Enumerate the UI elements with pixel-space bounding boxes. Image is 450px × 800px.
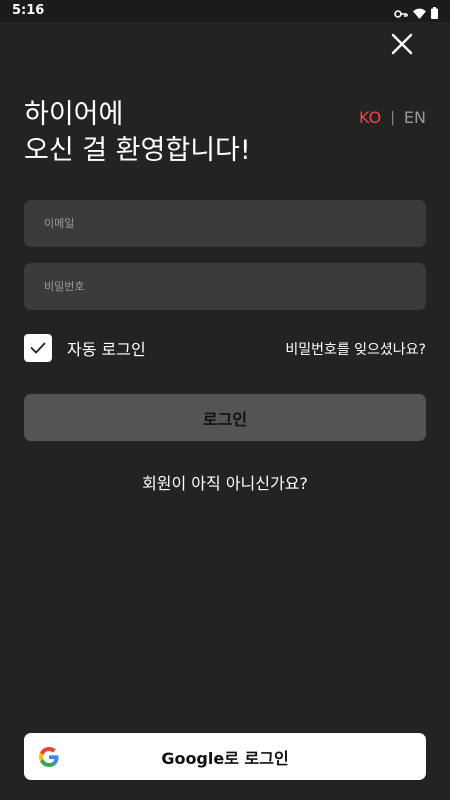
password-field[interactable] xyxy=(24,263,426,310)
email-field[interactable] xyxy=(24,200,426,247)
auto-login-label: 자동 로그인 xyxy=(67,340,146,359)
status-time: 5:16 xyxy=(12,3,45,18)
signup-link[interactable]: 회원이 아직 아니신가요? xyxy=(0,470,450,494)
welcome-title: 하이어에 오신 걸 환영합니다! xyxy=(24,97,344,169)
checkmark-icon xyxy=(30,342,46,354)
close-icon xyxy=(391,33,413,55)
login-button[interactable]: 로그인 xyxy=(24,394,426,441)
status-icons xyxy=(394,4,438,23)
language-separator: | xyxy=(390,109,395,126)
key-icon xyxy=(394,4,408,23)
auto-login-toggle[interactable]: 자동 로그인 xyxy=(24,334,146,362)
language-en[interactable]: EN xyxy=(404,108,426,127)
language-switch: KO | EN xyxy=(359,108,426,127)
password-field-container xyxy=(24,263,426,310)
email-field-container xyxy=(24,200,426,247)
google-login-label: Google로 로그인 xyxy=(161,748,289,768)
forgot-password-link[interactable]: 비밀번호를 잊으셨나요? xyxy=(285,339,426,359)
close-button[interactable] xyxy=(386,28,418,60)
welcome-title-line-1: 하이어에 xyxy=(24,99,124,130)
status-bar: 5:16 xyxy=(0,0,450,22)
welcome-title-line-2: 오신 걸 환영합니다! xyxy=(24,135,251,166)
language-ko[interactable]: KO xyxy=(359,108,381,127)
auto-login-checkbox[interactable] xyxy=(24,334,52,362)
battery-icon xyxy=(431,4,438,23)
login-screen: 5:16 하이어에 오신 걸 환영합니다! KO | EN 이메일 자동 로그인… xyxy=(0,0,450,800)
wifi-icon xyxy=(413,4,426,23)
google-login-button[interactable]: Google로 로그인 xyxy=(24,733,426,780)
